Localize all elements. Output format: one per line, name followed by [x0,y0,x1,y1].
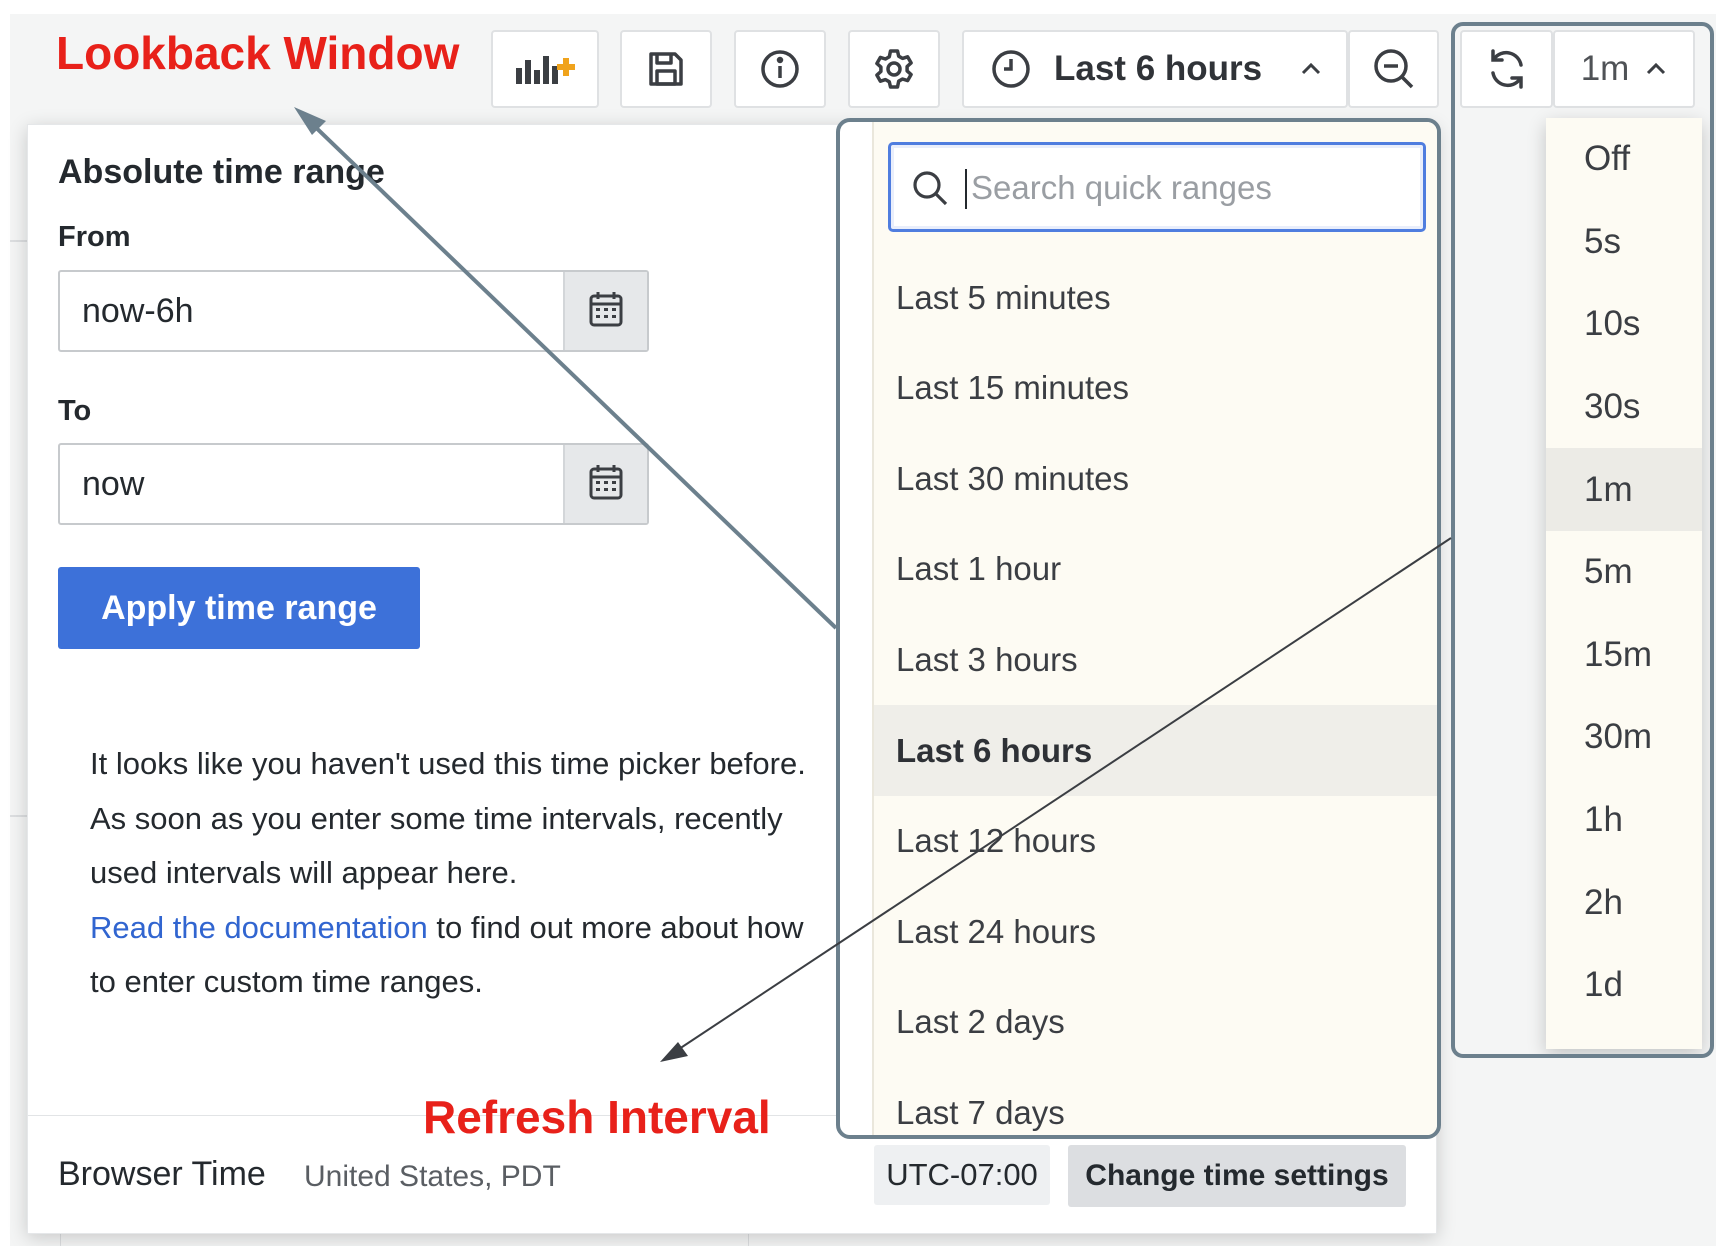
text-caret [965,169,967,209]
to-label: To [58,395,92,427]
time-range-label: Last 6 hours [1054,49,1263,88]
time-range-picker-button[interactable]: Last 6 hours [962,30,1348,108]
refresh-interval-option[interactable]: 1m [1546,448,1702,531]
browser-time-label: Browser Time [58,1155,266,1193]
add-panel-icon [514,52,576,86]
annotation-refresh-interval: Refresh Interval [423,1091,771,1143]
quick-ranges-panel: Last 5 minutesLast 15 minutesLast 30 min… [872,122,1437,1135]
dashboard-settings-button[interactable] [848,30,940,108]
quick-ranges-highlight: Last 5 minutesLast 15 minutesLast 30 min… [836,118,1441,1139]
calendar-icon [588,290,624,333]
from-label: From [58,221,131,253]
background-divider [60,1234,61,1246]
info-icon [759,48,801,90]
zoom-out-icon [1372,47,1416,91]
to-calendar-button[interactable] [563,445,647,523]
refresh-interval-option[interactable]: 2h [1546,861,1702,944]
from-field [58,270,649,352]
save-dashboard-button[interactable] [620,30,712,108]
refresh-interval-option[interactable]: 15m [1546,614,1702,697]
background-divider [10,815,28,817]
recent-ranges-help: It looks like you haven't used this time… [90,737,810,1010]
chevron-up-icon [1300,62,1322,76]
refresh-interval-highlight: Off 5s 10s 30s 1m 5m 15m 30m 1h 2h 1d [1451,22,1714,1058]
help-text: It looks like you haven't used this time… [90,746,806,890]
zoom-out-button[interactable] [1348,30,1439,108]
clock-icon [990,48,1032,90]
refresh-interval-option[interactable]: Off [1546,118,1702,201]
refresh-interval-option[interactable]: 30m [1546,696,1702,779]
background-divider [10,240,28,242]
quick-ranges-search-input[interactable] [969,145,1413,231]
quick-range-item[interactable]: Last 3 hours [874,614,1437,705]
refresh-interval-option[interactable]: 30s [1546,366,1702,449]
quick-range-item[interactable]: Last 24 hours [874,886,1437,977]
calendar-icon [588,463,624,506]
change-time-settings-button[interactable]: Change time settings [1068,1145,1406,1207]
quick-range-item[interactable]: Last 2 days [874,977,1437,1068]
quick-range-item[interactable]: Last 7 days [874,1067,1437,1135]
to-input[interactable] [60,445,565,523]
dashboard-info-button[interactable] [734,30,826,108]
quick-range-item[interactable]: Last 6 hours [874,705,1437,796]
refresh-interval-option[interactable]: 1d [1546,944,1702,1027]
background-divider [748,1234,749,1246]
quick-range-item[interactable]: Last 15 minutes [874,343,1437,434]
from-input[interactable] [60,272,565,350]
gear-icon [872,47,916,91]
documentation-link[interactable]: Read the documentation [90,910,428,945]
refresh-interval-list: Off 5s 10s 30s 1m 5m 15m 30m 1h 2h 1d [1546,118,1702,1049]
add-panel-button[interactable] [491,30,599,108]
quick-range-item[interactable]: Last 1 hour [874,524,1437,615]
apply-time-range-button[interactable]: Apply time range [58,567,420,649]
refresh-interval-option[interactable]: 10s [1546,283,1702,366]
annotation-lookback-window: Lookback Window [56,27,460,79]
quick-range-item[interactable]: Last 12 hours [874,796,1437,887]
absolute-time-range-title: Absolute time range [58,153,385,191]
refresh-interval-option[interactable]: 5m [1546,531,1702,614]
from-calendar-button[interactable] [563,272,647,350]
to-field [58,443,649,525]
quick-ranges-search [888,142,1426,232]
refresh-interval-option[interactable]: 5s [1546,201,1702,284]
refresh-interval-option[interactable]: 1h [1546,779,1702,862]
quick-range-item[interactable]: Last 30 minutes [874,433,1437,524]
utc-offset-badge: UTC-07:00 [874,1145,1050,1205]
timezone-name: United States, PDT [304,1160,561,1193]
save-icon [646,49,686,89]
search-icon [911,169,949,212]
quick-range-item[interactable]: Last 5 minutes [874,252,1437,343]
